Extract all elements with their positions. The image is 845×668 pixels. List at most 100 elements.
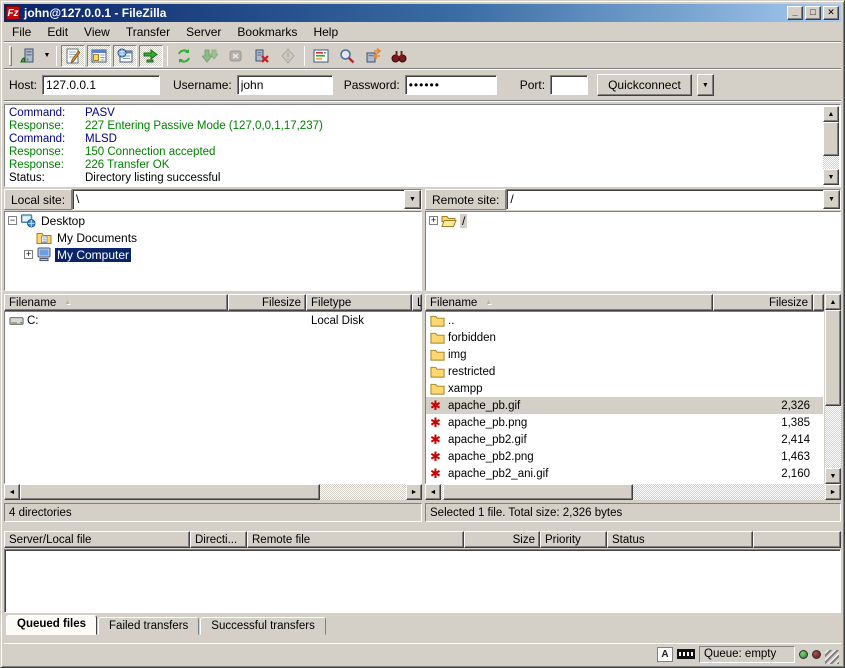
scroll-right-icon[interactable]: ► [406,484,422,500]
menu-server[interactable]: Server [178,23,229,41]
local-file-row[interactable]: C: Local Disk [5,312,421,329]
speed-limit-icon[interactable] [677,649,695,659]
menu-bookmarks[interactable]: Bookmarks [229,23,305,41]
refresh-button[interactable] [172,45,196,67]
local-column-filename[interactable]: Filename▲ [4,294,228,311]
remote-file-row-selected[interactable]: ✱apache_pb.gif2,326 [426,397,823,414]
tree-item-label[interactable]: / [460,214,467,228]
scroll-right-icon[interactable]: ► [825,484,841,500]
reconnect-button[interactable] [276,45,300,67]
tab-failed-transfers[interactable]: Failed transfers [98,617,199,635]
tree-item-label[interactable]: Desktop [39,214,87,228]
remote-file-row[interactable]: ✱apache_pb2.png1,463 [426,448,823,465]
remote-column-filename[interactable]: Filename▲ [425,294,713,311]
port-label: Port: [520,78,545,92]
scroll-left-icon[interactable]: ◄ [425,484,441,500]
local-column-filetype[interactable]: Filetype [306,294,412,311]
synchronized-browsing-button[interactable] [361,45,385,67]
remote-file-row[interactable]: xampp [426,380,823,397]
host-input[interactable] [42,75,160,95]
remote-file-row[interactable]: ✱apache_pb2.gif2,414 [426,431,823,448]
toggle-remote-tree-button[interactable] [113,45,137,67]
resize-grip[interactable] [825,650,839,664]
remote-file-row[interactable]: .. [426,312,823,329]
scrollbar-thumb[interactable] [20,484,320,500]
menu-file[interactable]: File [4,23,39,41]
remote-file-row[interactable]: ✱apache_pb.png1,385 [426,414,823,431]
local-hscrollbar[interactable]: ◄ ► [4,484,422,500]
cancel-button[interactable] [224,45,248,67]
scroll-left-icon[interactable]: ◄ [4,484,20,500]
remote-column-filesize[interactable]: Filesize [713,294,813,311]
minimize-button[interactable]: _ [787,6,803,20]
toggle-transfer-queue-button[interactable] [139,45,163,67]
dropdown-icon: ▼ [828,196,835,203]
remote-file-row[interactable]: restricted [426,363,823,380]
remote-file-row[interactable]: img [426,346,823,363]
queue-column-remote-file[interactable]: Remote file [247,531,464,548]
remote-file-row[interactable]: forbidden [426,329,823,346]
remote-vscrollbar[interactable]: ▲ ▼ [825,294,841,484]
site-manager-button[interactable] [16,45,40,67]
scroll-up-icon[interactable]: ▲ [823,106,839,122]
tree-item-my-documents[interactable]: My Documents [21,229,421,246]
menu-transfer[interactable]: Transfer [118,23,178,41]
password-input[interactable] [405,75,497,95]
toolbar-grip[interactable] [9,46,12,66]
toggle-local-tree-button[interactable] [87,45,111,67]
remote-file-row[interactable]: ✱apache_pb2_ani.gif2,160 [426,465,823,482]
remote-status-text: Selected 1 file. Total size: 2,326 bytes [425,503,841,522]
find-files-button[interactable] [335,45,359,67]
scrollbar-thumb[interactable] [823,122,839,156]
tree-item-label[interactable]: My Documents [55,231,139,245]
directory-comparison-button[interactable] [387,45,411,67]
remote-site-dropdown-button[interactable]: ▼ [823,190,840,209]
tab-queued-files[interactable]: Queued files [6,615,97,635]
queue-column-direction[interactable]: Directi... [190,531,247,548]
port-input[interactable] [550,75,588,95]
tree-item-my-computer[interactable]: + My Computer [21,246,421,263]
local-site-value[interactable]: \ [73,190,404,209]
local-column-filesize[interactable]: Filesize [228,294,306,311]
maximize-button[interactable]: □ [805,6,821,20]
username-input[interactable] [237,75,333,95]
disconnect-button[interactable] [250,45,274,67]
tree-item-desktop[interactable]: − Desktop [5,212,421,229]
tab-successful-transfers[interactable]: Successful transfers [200,617,326,635]
toggle-message-log-button[interactable] [61,45,85,67]
filter-button[interactable] [309,45,333,67]
expand-expander-icon[interactable]: + [24,250,33,259]
queue-column-server-local-file[interactable]: Server/Local file [4,531,190,548]
scroll-down-icon[interactable]: ▼ [823,169,839,185]
local-site-combo[interactable]: \ ▼ [72,189,422,210]
folder-icon [430,365,445,378]
log-scrollbar[interactable]: ▲ ▼ [823,106,839,185]
collapse-expander-icon[interactable]: − [8,216,17,225]
local-site-dropdown-button[interactable]: ▼ [404,190,421,209]
scroll-up-icon[interactable]: ▲ [825,294,841,310]
queue-column-status[interactable]: Status [607,531,753,548]
tree-item-root[interactable]: + / [426,212,840,229]
menu-view[interactable]: View [76,23,118,41]
scrollbar-thumb[interactable] [825,310,841,406]
queue-column-size[interactable]: Size [464,531,540,548]
site-manager-dropdown-button[interactable]: ▼ [41,45,53,67]
scrollbar-thumb[interactable] [443,484,633,500]
close-button[interactable]: ✕ [823,6,839,20]
transfer-queue-list[interactable] [4,549,841,613]
local-column-clipped[interactable]: L [412,294,422,311]
menu-help[interactable]: Help [305,23,346,41]
queue-column-priority[interactable]: Priority [540,531,607,548]
tree-item-label[interactable]: My Computer [55,248,131,262]
process-queue-button[interactable] [198,45,222,67]
quickconnect-dropdown-button[interactable]: ▼ [697,74,714,96]
remote-site-value[interactable]: / [507,190,823,209]
quickconnect-button[interactable]: Quickconnect [597,74,692,96]
scroll-down-icon[interactable]: ▼ [825,468,841,484]
transfer-type-icon[interactable]: A [657,647,673,662]
menu-edit[interactable]: Edit [39,23,76,41]
expand-expander-icon[interactable]: + [429,216,438,225]
remote-site-combo[interactable]: / ▼ [506,189,841,210]
remote-hscrollbar[interactable]: ◄ ► [425,484,841,500]
filezilla-window: Fz john@127.0.0.1 - FileZilla _ □ ✕ File… [0,0,845,668]
